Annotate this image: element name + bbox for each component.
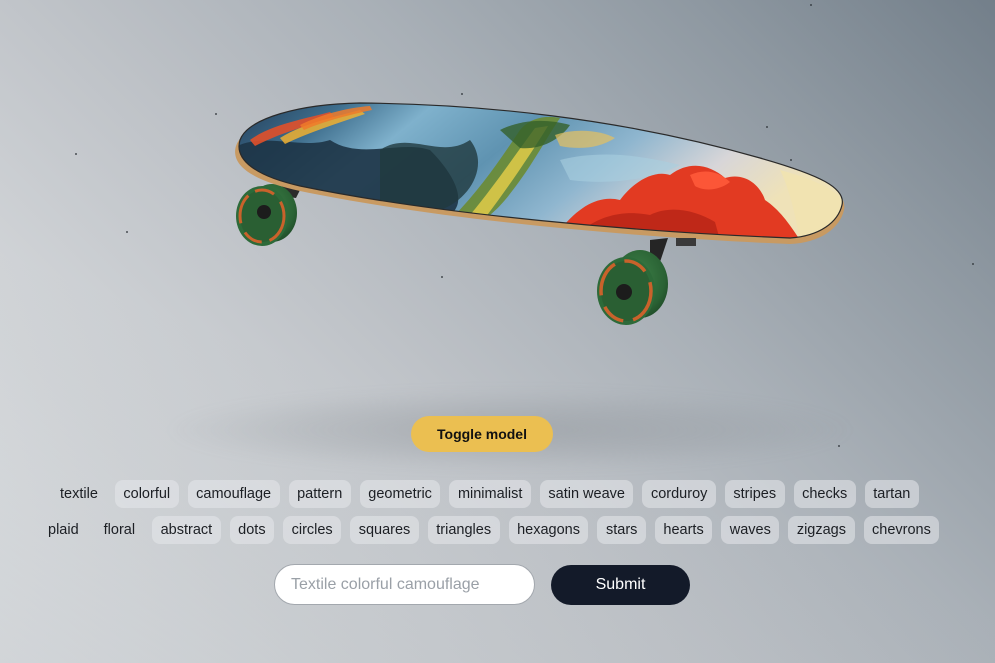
toggle-model-button[interactable]: Toggle model xyxy=(411,416,553,452)
tag-chip-triangles[interactable]: triangles xyxy=(427,516,500,544)
rear-wheel xyxy=(236,184,297,246)
tag-chip-waves[interactable]: waves xyxy=(721,516,780,544)
front-truck-baseplate xyxy=(676,238,696,246)
tag-chip-abstract[interactable]: abstract xyxy=(152,516,221,544)
prompt-input[interactable] xyxy=(274,564,535,605)
tag-chip-chevrons[interactable]: chevrons xyxy=(863,516,940,544)
skateboard-model xyxy=(235,102,845,325)
tag-chip-hearts[interactable]: hearts xyxy=(654,516,713,544)
tag-chip-squares[interactable]: squares xyxy=(350,516,419,544)
tag-chip-floral[interactable]: floral xyxy=(96,516,143,544)
model-viewer-canvas[interactable] xyxy=(0,0,995,470)
tag-chip-circles[interactable]: circles xyxy=(283,516,342,544)
submit-button[interactable]: Submit xyxy=(551,565,690,605)
tag-chip-textile[interactable]: textile xyxy=(52,480,106,508)
tag-chip-hexagons[interactable]: hexagons xyxy=(508,516,589,544)
tag-row-1: textile colorful camouflage pattern geom… xyxy=(52,480,919,508)
tag-chip-tartan[interactable]: tartan xyxy=(864,480,919,508)
tag-chip-zigzags[interactable]: zigzags xyxy=(788,516,855,544)
tag-chip-corduroy[interactable]: corduroy xyxy=(642,480,716,508)
tag-chip-checks[interactable]: checks xyxy=(793,480,856,508)
tag-chip-camouflage[interactable]: camouflage xyxy=(187,480,280,508)
tag-chip-stars[interactable]: stars xyxy=(597,516,646,544)
tag-row-2: plaid floral abstract dots circles squar… xyxy=(40,516,940,544)
tag-chip-minimalist[interactable]: minimalist xyxy=(449,480,531,508)
tag-chip-stripes[interactable]: stripes xyxy=(724,480,785,508)
tag-chip-satin-weave[interactable]: satin weave xyxy=(539,480,634,508)
tag-chip-pattern[interactable]: pattern xyxy=(288,480,351,508)
tag-chip-geometric[interactable]: geometric xyxy=(359,480,441,508)
tag-chip-dots[interactable]: dots xyxy=(229,516,275,544)
tag-chip-colorful[interactable]: colorful xyxy=(114,480,179,508)
front-wheel xyxy=(597,250,668,325)
tag-chip-plaid[interactable]: plaid xyxy=(40,516,87,544)
